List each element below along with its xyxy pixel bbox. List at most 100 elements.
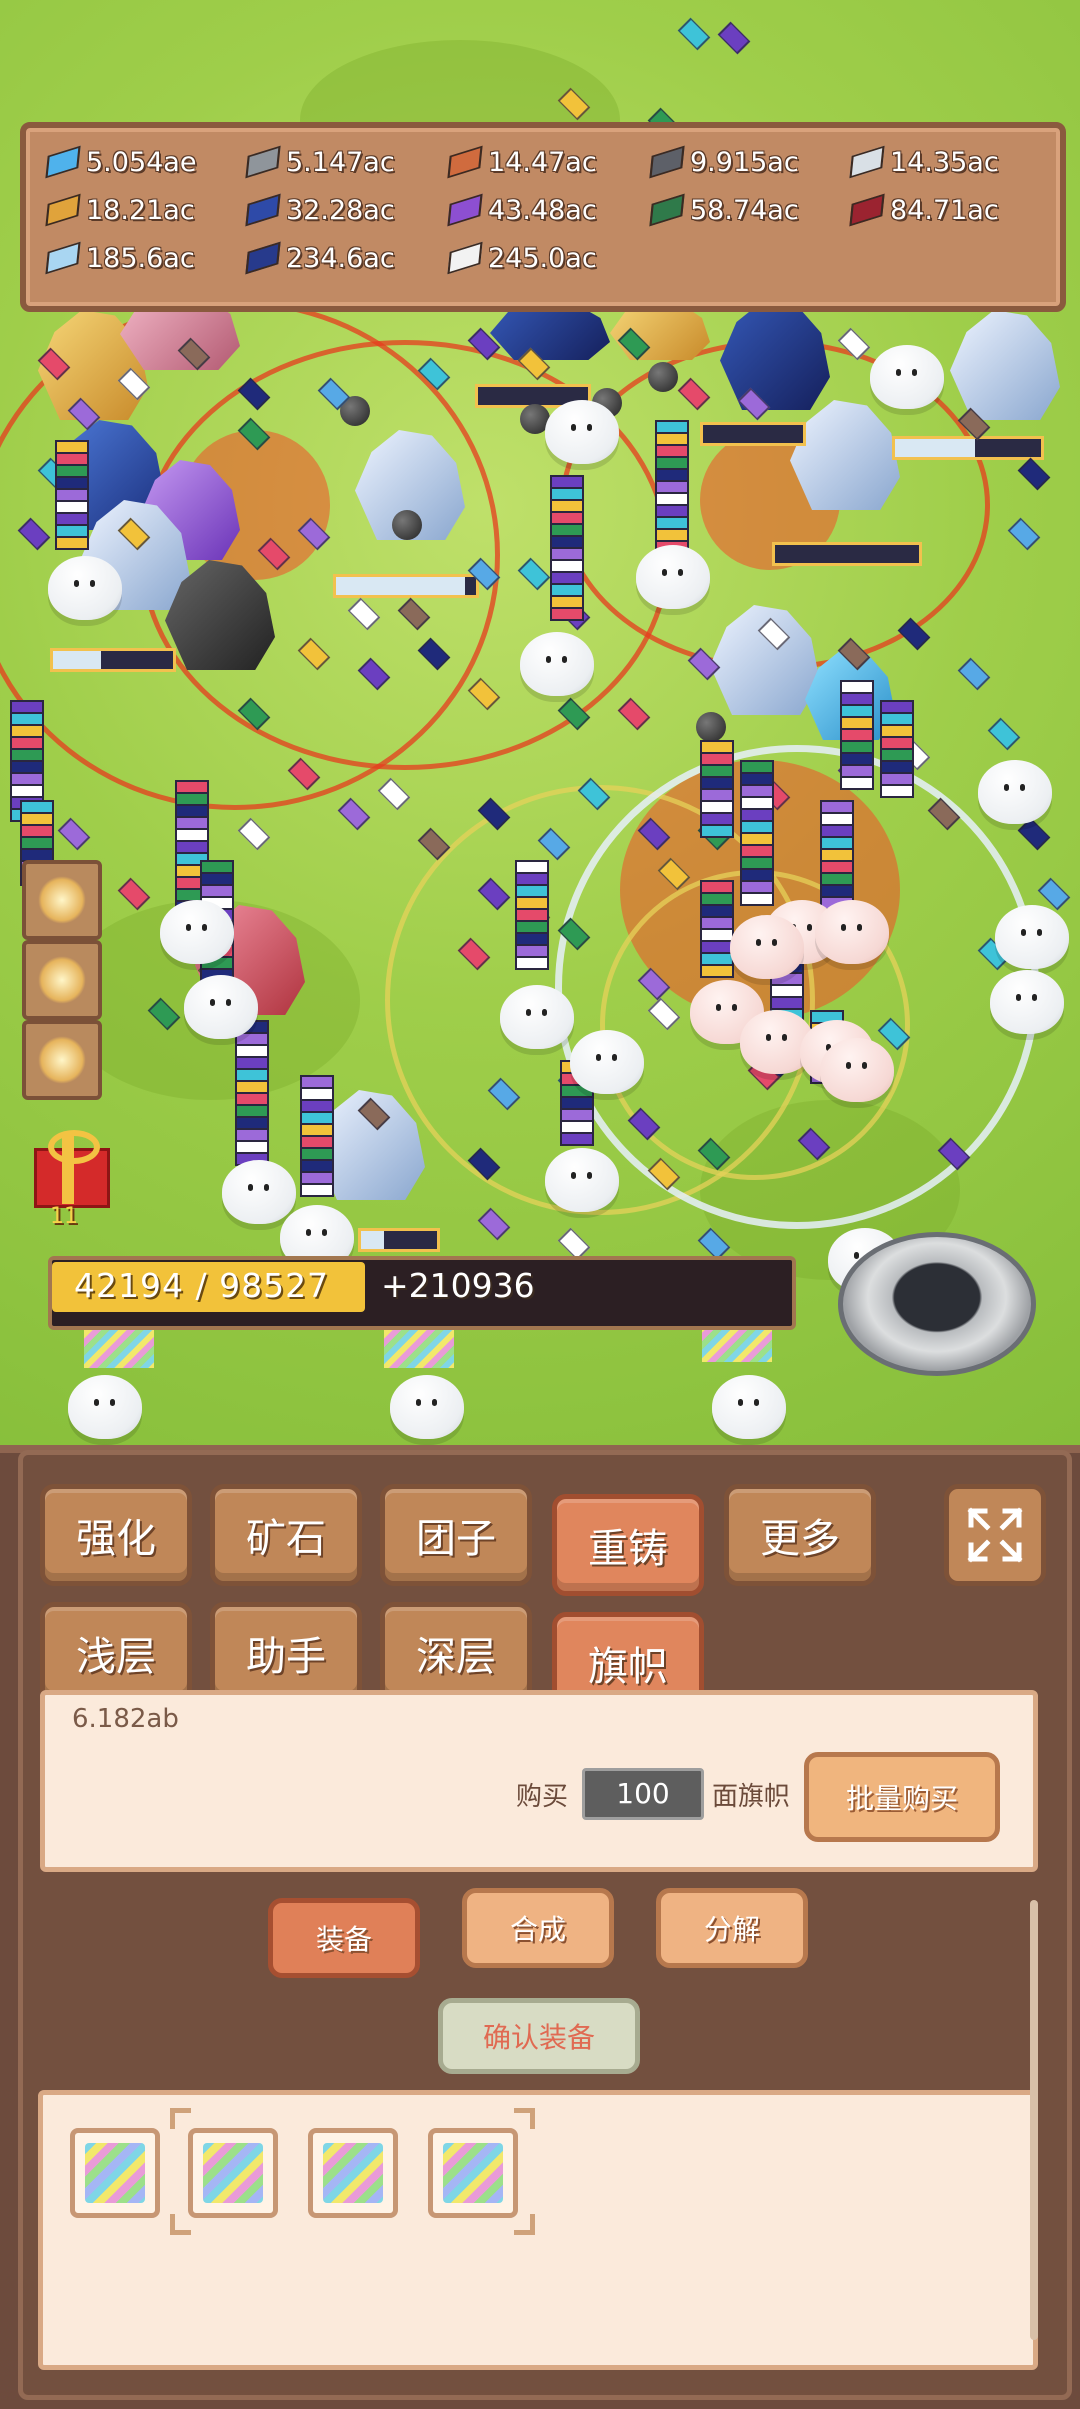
gold-ingot-icon xyxy=(45,193,81,227)
resource-amount: 14.35ac xyxy=(890,146,999,178)
slot-bracket xyxy=(514,2214,535,2235)
gem-stack[interactable] xyxy=(300,1075,334,1197)
gift-box-button[interactable] xyxy=(28,1126,110,1208)
combine-button[interactable]: 合成 xyxy=(462,1888,614,1968)
mochi-miner[interactable] xyxy=(990,970,1064,1034)
dropped-gem[interactable] xyxy=(1017,457,1051,491)
dropped-gem[interactable] xyxy=(337,797,371,831)
bomb xyxy=(696,712,726,742)
tab-shallow[interactable]: 浅层 xyxy=(40,1602,192,1704)
mochi-miner[interactable] xyxy=(570,1030,644,1094)
ice-ingot-icon xyxy=(45,241,81,275)
flag-bearer[interactable] xyxy=(68,1375,142,1439)
equip-slot-2[interactable] xyxy=(308,2128,398,2218)
resource-navy-ingot: 234.6ac xyxy=(245,238,395,278)
mochi-miner[interactable] xyxy=(636,545,710,609)
dropped-gem[interactable] xyxy=(1007,517,1041,551)
gem-stack[interactable] xyxy=(655,420,689,566)
resource-amount: 245.0ac xyxy=(488,242,597,274)
resource-copper-ingot: 14.47ac xyxy=(447,142,597,182)
gem-stack[interactable] xyxy=(700,740,734,838)
lightning-icon xyxy=(38,1036,86,1084)
mochi-miner[interactable] xyxy=(870,345,944,409)
sapphire-crystal[interactable] xyxy=(720,300,830,410)
tab-recast[interactable]: 重铸 xyxy=(552,1494,704,1596)
gem-stack[interactable] xyxy=(880,700,914,798)
mochi-miner[interactable] xyxy=(222,1160,296,1224)
gem-stack-layer xyxy=(560,1132,594,1146)
decompose-button[interactable]: 分解 xyxy=(656,1888,808,1968)
skill-button-2[interactable] xyxy=(22,940,102,1020)
mochi-miner[interactable] xyxy=(978,760,1052,824)
ore-health-bar xyxy=(50,648,176,672)
flag-bearer[interactable] xyxy=(712,1375,786,1439)
dropped-gem[interactable] xyxy=(677,17,711,51)
mochi-miner[interactable] xyxy=(995,905,1069,969)
gem-stack[interactable] xyxy=(55,440,89,550)
copper-ingot-icon xyxy=(447,145,483,179)
mochi-miner[interactable] xyxy=(520,632,594,696)
equip-tab-button[interactable]: 装备 xyxy=(268,1898,420,1978)
equip-slot-1[interactable] xyxy=(188,2128,278,2218)
ore-health-bar xyxy=(772,542,922,566)
ruby-ingot-icon xyxy=(849,193,885,227)
dropped-gem[interactable] xyxy=(987,717,1021,751)
mochi-miner[interactable] xyxy=(545,400,619,464)
mochi-miner[interactable] xyxy=(500,985,574,1049)
tab-ore[interactable]: 矿石 xyxy=(210,1484,362,1586)
gem-stack[interactable] xyxy=(840,680,874,790)
gem-stack[interactable] xyxy=(700,880,734,978)
dropped-gem[interactable] xyxy=(617,697,651,731)
gem-stack[interactable] xyxy=(550,475,584,621)
dropped-gem[interactable] xyxy=(957,657,991,691)
well[interactable] xyxy=(838,1232,1036,1376)
mochi-miner-pink[interactable] xyxy=(815,900,889,964)
inventory-slot[interactable] xyxy=(70,2128,160,2218)
level-progress-text: 42194 / 98527 xyxy=(74,1266,330,1305)
flag-item xyxy=(323,2143,383,2203)
flag-bearer[interactable] xyxy=(390,1375,464,1439)
confirm-equip-button[interactable]: 确认装备 xyxy=(438,1998,640,2074)
ore-health-bar xyxy=(358,1228,440,1252)
resource-amount: 234.6ac xyxy=(286,242,395,274)
tab-deep[interactable]: 深层 xyxy=(380,1602,532,1704)
resource-amount: 14.47ac xyxy=(488,146,597,178)
bulk-buy-button[interactable]: 批量购买 xyxy=(804,1752,1000,1842)
fullscreen-button[interactable] xyxy=(944,1484,1046,1586)
mochi-miner-pink[interactable] xyxy=(730,915,804,979)
tab-assistant[interactable]: 助手 xyxy=(210,1602,362,1704)
dropped-gem[interactable] xyxy=(377,777,411,811)
gem-stack-layer xyxy=(740,892,774,906)
expand-icon xyxy=(967,1507,1023,1563)
buy-quantity-input[interactable]: 100 xyxy=(582,1768,704,1820)
gem-stack[interactable] xyxy=(740,760,774,906)
gem-stack[interactable] xyxy=(235,1020,269,1166)
resource-amount: 5.147ac xyxy=(286,146,395,178)
resource-amount: 185.6ac xyxy=(86,242,195,274)
navy-ingot-icon xyxy=(245,241,281,275)
skill-button-1[interactable] xyxy=(22,860,102,940)
mochi-miner[interactable] xyxy=(48,556,122,620)
dropped-gem[interactable] xyxy=(57,817,91,851)
dropped-gem[interactable] xyxy=(717,21,751,55)
dropped-gem[interactable] xyxy=(477,1207,511,1241)
dropped-gem[interactable] xyxy=(117,877,151,911)
mochi-miner[interactable] xyxy=(545,1148,619,1212)
flag-price: 6.182ab xyxy=(72,1704,179,1734)
flag-item xyxy=(85,2143,145,2203)
panel-scrollbar[interactable] xyxy=(1030,1900,1038,2340)
mochi-miner-pink[interactable] xyxy=(820,1038,894,1102)
tab-mochi[interactable]: 团子 xyxy=(380,1484,532,1586)
dropped-gem[interactable] xyxy=(237,817,271,851)
blue-diamond-icon xyxy=(45,145,81,179)
tab-enhance[interactable]: 强化 xyxy=(40,1484,192,1586)
equip-slot-3[interactable] xyxy=(428,2128,518,2218)
diamond-crystal[interactable] xyxy=(950,310,1060,420)
resource-iron-ingot: 5.147ac xyxy=(245,142,395,182)
mochi-miner[interactable] xyxy=(160,900,234,964)
emerald-ingot-icon xyxy=(649,193,685,227)
mochi-miner[interactable] xyxy=(184,975,258,1039)
skill-button-3[interactable] xyxy=(22,1020,102,1100)
tab-more[interactable]: 更多 xyxy=(724,1484,876,1586)
gem-stack[interactable] xyxy=(515,860,549,970)
